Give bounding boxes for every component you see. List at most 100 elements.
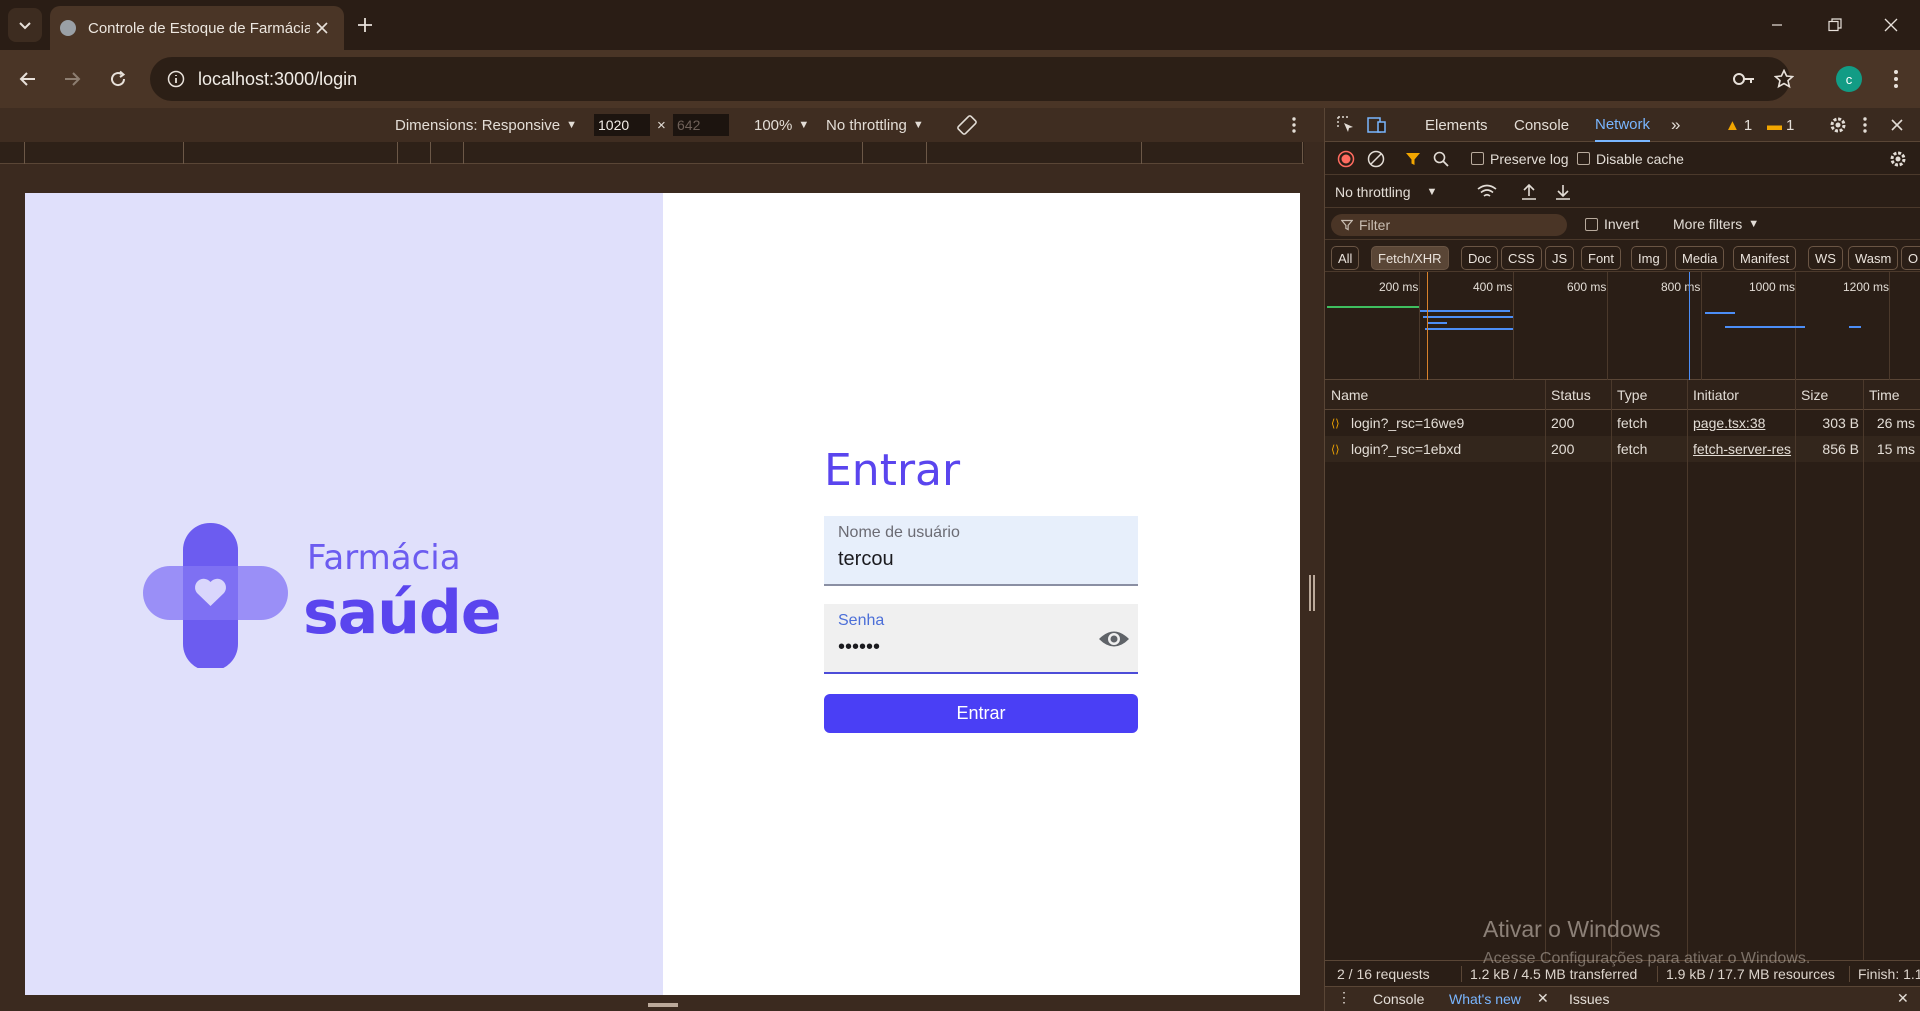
col-size[interactable]: Size: [1801, 387, 1828, 403]
settings-gear-icon[interactable]: [1829, 108, 1847, 142]
chip-img[interactable]: Img: [1631, 246, 1667, 270]
checkbox-box: [1585, 217, 1598, 231]
drawer-tab-console[interactable]: Console: [1373, 991, 1424, 1007]
minimize-button[interactable]: [1748, 0, 1806, 50]
col-time[interactable]: Time: [1869, 387, 1900, 403]
network-throttling-dropdown[interactable]: No throttling ▼: [1335, 175, 1437, 208]
drawer-tab-issues[interactable]: Issues: [1569, 991, 1609, 1007]
login-submit-button[interactable]: Entrar: [824, 694, 1138, 733]
more-filters-dropdown[interactable]: More filters ▼: [1673, 208, 1759, 240]
devtools-menu-icon[interactable]: [1863, 108, 1867, 142]
timeline-bar: [1425, 328, 1513, 330]
forward-button[interactable]: [56, 63, 88, 95]
username-field[interactable]: Nome de usuário tercou: [824, 516, 1138, 586]
viewport-bottom-handle[interactable]: [648, 1003, 678, 1007]
chip-wasm[interactable]: Wasm: [1848, 246, 1899, 270]
device-options-icon[interactable]: [1292, 108, 1296, 142]
chip-doc[interactable]: Doc: [1461, 246, 1499, 270]
timeline-bar: [1705, 312, 1735, 314]
browser-tab[interactable]: Controle de Estoque de Farmácia: [50, 6, 344, 50]
checkbox-box: [1577, 152, 1590, 165]
media-query-ruler[interactable]: [0, 142, 1304, 164]
request-initiator-link[interactable]: fetch-server-res: [1693, 441, 1793, 457]
chip-media[interactable]: Media: [1675, 246, 1725, 270]
search-icon[interactable]: [1433, 142, 1449, 175]
width-input[interactable]: 1020: [594, 114, 650, 136]
filter-funnel-icon[interactable]: [1405, 142, 1421, 175]
close-drawer-icon[interactable]: ✕: [1897, 990, 1909, 1007]
warnings-counter[interactable]: ▲ 1: [1725, 108, 1752, 142]
clear-icon[interactable]: [1367, 142, 1385, 175]
rotate-icon[interactable]: [956, 108, 978, 142]
invert-checkbox[interactable]: Invert: [1585, 208, 1639, 240]
preserve-log-checkbox[interactable]: Preserve log: [1471, 142, 1569, 175]
table-row[interactable]: ⟨⟩ login?_rsc=1ebxd 200 fetch fetch-serv…: [1325, 436, 1920, 462]
drawer-tab-whats-new[interactable]: What's new: [1449, 991, 1521, 1007]
export-har-icon[interactable]: [1555, 175, 1571, 208]
col-name[interactable]: Name: [1331, 387, 1368, 403]
timeline-bar: [1849, 326, 1861, 328]
network-settings-gear-icon[interactable]: [1889, 142, 1907, 175]
close-tab-icon[interactable]: [310, 16, 334, 40]
tab-console[interactable]: Console: [1514, 108, 1569, 142]
chip-other[interactable]: O: [1901, 246, 1920, 270]
network-overview[interactable]: 200 ms 400 ms 600 ms 800 ms 1000 ms 1200…: [1325, 272, 1920, 380]
browser-menu-icon[interactable]: [1884, 64, 1908, 94]
reload-button[interactable]: [102, 63, 134, 95]
fetch-icon: ⟨⟩: [1331, 417, 1340, 430]
more-tabs-icon[interactable]: »: [1671, 108, 1680, 142]
disable-cache-checkbox[interactable]: Disable cache: [1577, 142, 1684, 175]
col-type[interactable]: Type: [1617, 387, 1647, 403]
address-bar[interactable]: localhost:3000/login: [150, 57, 1790, 101]
chip-manifest[interactable]: Manifest: [1733, 246, 1797, 270]
dimensions-dropdown[interactable]: Dimensions: Responsive ▼: [395, 108, 577, 142]
chip-font[interactable]: Font: [1581, 246, 1622, 270]
bookmark-star-icon[interactable]: [1772, 67, 1796, 91]
chip-fetch-xhr[interactable]: Fetch/XHR: [1371, 246, 1449, 270]
record-icon[interactable]: [1337, 142, 1355, 175]
drawer-menu-icon[interactable]: ⋮: [1337, 989, 1351, 1006]
password-key-icon[interactable]: [1732, 67, 1756, 91]
table-row[interactable]: ⟨⟩ login?_rsc=16we9 200 fetch page.tsx:3…: [1325, 410, 1920, 436]
site-info-icon[interactable]: [154, 57, 198, 101]
chevron-down-icon: [19, 22, 31, 30]
zoom-dropdown[interactable]: 100% ▼: [754, 108, 809, 142]
messages-counter[interactable]: ▬ 1: [1767, 108, 1794, 142]
profile-avatar[interactable]: c: [1836, 66, 1862, 92]
inspect-element-icon[interactable]: [1337, 108, 1355, 142]
close-devtools-icon[interactable]: [1891, 108, 1903, 142]
password-field[interactable]: Senha ••••••: [824, 604, 1138, 674]
throttling-dropdown[interactable]: No throttling ▼: [826, 108, 924, 142]
import-har-icon[interactable]: [1521, 175, 1537, 208]
new-tab-button[interactable]: [352, 12, 378, 38]
chip-css[interactable]: CSS: [1501, 246, 1542, 270]
filter-input[interactable]: Filter: [1331, 214, 1567, 236]
more-filters-label: More filters: [1673, 216, 1743, 232]
tab-search-button[interactable]: [8, 8, 42, 42]
timeline-label: 800 ms: [1661, 280, 1701, 294]
close-drawer-tab-icon[interactable]: ✕: [1537, 990, 1549, 1007]
request-type: fetch: [1617, 415, 1648, 431]
timeline-gridline: [1513, 272, 1514, 380]
tab-strip: Controle de Estoque de Farmácia: [0, 0, 1920, 50]
chip-ws[interactable]: WS: [1808, 246, 1843, 270]
col-initiator[interactable]: Initiator: [1693, 387, 1739, 403]
close-window-button[interactable]: [1862, 0, 1920, 50]
back-button[interactable]: [12, 63, 44, 95]
chip-all[interactable]: All: [1331, 246, 1360, 270]
height-input[interactable]: 642: [673, 114, 729, 136]
eye-icon[interactable]: [1098, 628, 1130, 650]
col-status[interactable]: Status: [1551, 387, 1591, 403]
device-toggle-icon[interactable]: [1367, 108, 1387, 142]
requests-table: Name Status Type Initiator Size Time ⟨⟩ …: [1325, 380, 1920, 960]
viewport-resize-handle[interactable]: [1309, 575, 1315, 611]
restore-button[interactable]: [1806, 0, 1864, 50]
column-divider: [1611, 380, 1612, 960]
tab-elements[interactable]: Elements: [1425, 108, 1488, 142]
network-conditions-icon[interactable]: [1477, 175, 1497, 208]
password-label: Senha: [838, 612, 885, 629]
tab-network[interactable]: Network: [1595, 108, 1651, 142]
network-toolbar-2: No throttling ▼: [1325, 175, 1920, 208]
request-initiator-link[interactable]: page.tsx:38: [1693, 415, 1793, 431]
chip-js[interactable]: JS: [1545, 246, 1575, 270]
